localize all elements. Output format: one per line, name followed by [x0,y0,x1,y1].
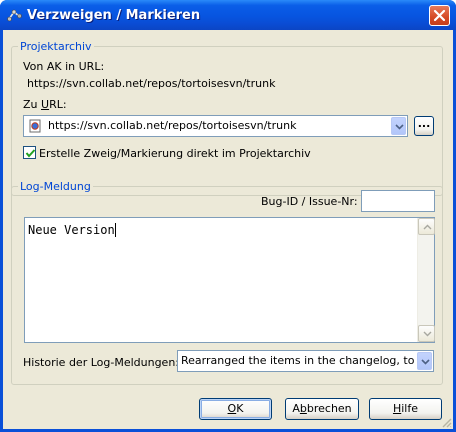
browse-button[interactable]: ... [414,116,434,136]
checkmark-icon [25,149,36,158]
title-bar[interactable]: Verzweigen / Markieren [0,0,456,30]
bug-id-label: Bug-ID / Issue-Nr: [261,195,358,208]
resize-grip-icon[interactable] [440,416,452,428]
to-url-label: Zu URL: [23,98,67,111]
close-button[interactable] [429,5,450,26]
create-in-repository-checkbox[interactable] [23,146,36,159]
create-in-repository-label: Erstelle Zweig/Markierung direkt im Proj… [39,147,311,160]
cancel-button[interactable]: Abbrechen [285,398,359,420]
chevron-down-icon [395,124,404,130]
log-message-text: Neue Version [28,223,116,237]
chevron-up-icon [423,224,432,230]
log-history-combobox[interactable]: Rearranged the items in the changelog, t… [177,350,434,372]
close-icon [433,9,446,22]
to-url-combobox[interactable]: https://svn.collab.net/repos/tortoisesvn… [23,115,408,137]
to-url-value: https://svn.collab.net/repos/tortoisesvn… [48,119,297,132]
window-title: Verzweigen / Markieren [27,8,201,23]
repository-group-title: Projektarchiv [18,40,94,53]
url-file-icon [28,119,42,133]
log-message-textarea[interactable]: Neue Version [24,217,435,343]
log-message-group-title: Log-Meldung [18,180,93,193]
branch-tag-icon [7,8,23,22]
from-url-value: https://svn.collab.net/repos/tortoisesvn… [27,77,276,90]
scroll-down-button[interactable] [418,325,435,342]
log-history-selected: Rearranged the items in the changelog, t… [181,354,417,367]
dialog-client-area: Projektarchiv Von AK in URL: https://svn… [3,30,453,429]
chevron-down-icon [423,331,432,337]
chevron-down-icon [421,359,430,365]
bug-id-input[interactable] [361,190,435,212]
log-message-scrollbar[interactable] [417,218,435,342]
to-url-dropdown-button[interactable] [391,117,406,135]
from-url-label: Von AK in URL: [23,60,105,73]
dialog-window: Verzweigen / Markieren Projektarchiv Von… [0,0,456,432]
log-history-dropdown-button[interactable] [417,352,432,370]
scroll-up-button[interactable] [418,218,435,235]
help-button[interactable]: Hilfe [369,398,442,420]
log-history-label: Historie der Log-Meldungen: [23,356,179,369]
ok-button[interactable]: OK [199,398,272,420]
